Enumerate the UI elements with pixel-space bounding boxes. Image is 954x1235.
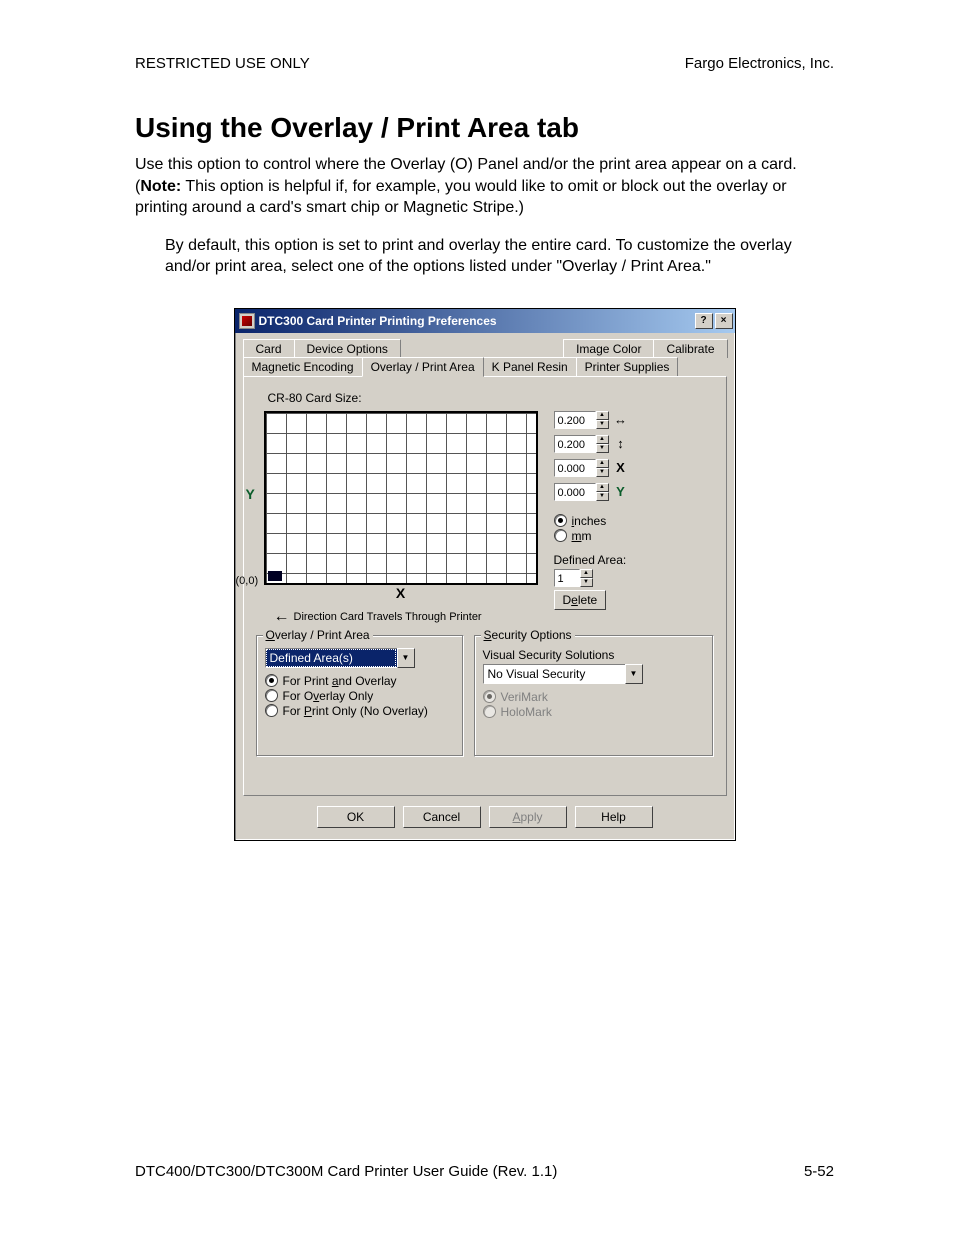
width-icon: ↔ xyxy=(613,412,629,428)
for-print-only-label: For Print Only (No Overlay) xyxy=(283,704,428,718)
tab-device-options[interactable]: Device Options xyxy=(294,339,401,358)
mm-radio-label: mm xyxy=(572,529,592,543)
tab-card[interactable]: Card xyxy=(243,339,295,358)
vss-combo[interactable]: No Visual Security ▼ xyxy=(483,664,643,684)
cancel-button[interactable]: Cancel xyxy=(403,806,481,828)
security-options-group: Security Options Visual Security Solutio… xyxy=(474,635,714,757)
vss-label: Visual Security Solutions xyxy=(483,648,705,662)
for-print-only-row[interactable]: For Print Only (No Overlay) xyxy=(265,704,455,718)
y-spinner-up[interactable]: ▲ xyxy=(596,483,609,492)
width-spinner-up[interactable]: ▲ xyxy=(596,411,609,420)
y-icon: Y xyxy=(613,484,629,500)
for-print-only-radio[interactable] xyxy=(265,704,278,717)
for-overlay-only-label: For Overlay Only xyxy=(283,689,374,703)
help-button[interactable]: Help xyxy=(575,806,653,828)
holomark-row: HoloMark xyxy=(483,705,705,719)
defined-area-spinner-input[interactable]: 1 xyxy=(554,569,580,587)
defined-area-marker[interactable] xyxy=(268,571,282,581)
tab-k-panel-resin[interactable]: K Panel Resin xyxy=(483,357,577,376)
delete-button[interactable]: Delete xyxy=(554,590,607,610)
card-grid[interactable]: (0,0) xyxy=(264,411,538,585)
help-titlebar-button[interactable]: ? xyxy=(695,313,713,329)
tab-printer-supplies[interactable]: Printer Supplies xyxy=(576,357,679,376)
overlay-area-combo-text: Defined Area(s) xyxy=(265,648,397,668)
inches-radio[interactable] xyxy=(554,514,567,527)
header-left: RESTRICTED USE ONLY xyxy=(135,55,310,72)
apply-button[interactable]: Apply xyxy=(489,806,567,828)
overlay-area-combo[interactable]: Defined Area(s) ▼ xyxy=(265,648,415,668)
verimark-row: VeriMark xyxy=(483,690,705,704)
x-spinner-up[interactable]: ▲ xyxy=(596,459,609,468)
for-overlay-only-radio[interactable] xyxy=(265,689,278,702)
origin-label: (0,0) xyxy=(236,575,259,587)
intro-paragraph: Use this option to control where the Ove… xyxy=(135,154,834,219)
x-spinner-down[interactable]: ▼ xyxy=(596,468,609,477)
tab-image-color[interactable]: Image Color xyxy=(563,339,654,358)
height-icon: ↕ xyxy=(613,436,629,452)
indent-paragraph: By default, this option is set to print … xyxy=(165,235,834,278)
page-title: Using the Overlay / Print Area tab xyxy=(135,112,834,144)
vss-combo-button[interactable]: ▼ xyxy=(625,664,643,684)
for-overlay-only-row[interactable]: For Overlay Only xyxy=(265,689,455,703)
x-axis-label: X xyxy=(264,585,538,601)
header-right: Fargo Electronics, Inc. xyxy=(685,55,834,72)
footer-left: DTC400/DTC300/DTC300M Card Printer User … xyxy=(135,1163,557,1180)
defined-area-spinner-down[interactable]: ▼ xyxy=(580,578,593,587)
inches-radio-row[interactable]: inches xyxy=(554,514,629,528)
y-spinner-input[interactable]: 0.000 xyxy=(554,483,596,501)
inches-radio-label: inches xyxy=(572,514,607,528)
ok-button[interactable]: OK xyxy=(317,806,395,828)
defined-area-label: Defined Area: xyxy=(554,553,629,567)
verimark-label: VeriMark xyxy=(501,690,548,704)
y-axis-label: Y xyxy=(246,486,255,502)
arrow-left-icon: ← xyxy=(274,609,290,625)
for-print-and-overlay-label: For Print and Overlay xyxy=(283,674,397,688)
tab-magnetic-encoding[interactable]: Magnetic Encoding xyxy=(243,357,363,376)
dialog-title: DTC300 Card Printer Printing Preferences xyxy=(259,314,693,328)
tab-overlay-print-area[interactable]: Overlay / Print Area xyxy=(362,357,484,377)
width-spinner-down[interactable]: ▼ xyxy=(596,420,609,429)
height-spinner-up[interactable]: ▲ xyxy=(596,435,609,444)
security-group-legend: Security Options xyxy=(481,628,575,642)
app-icon xyxy=(239,313,255,329)
verimark-radio xyxy=(483,690,496,703)
mm-radio[interactable] xyxy=(554,529,567,542)
y-spinner-down[interactable]: ▼ xyxy=(596,492,609,501)
for-print-and-overlay-radio[interactable] xyxy=(265,674,278,687)
close-titlebar-button[interactable]: × xyxy=(715,313,733,329)
titlebar: DTC300 Card Printer Printing Preferences… xyxy=(235,309,735,333)
holomark-radio xyxy=(483,705,496,718)
width-spinner-input[interactable]: 0.200 xyxy=(554,411,596,429)
x-icon: X xyxy=(613,460,629,476)
printing-preferences-dialog: DTC300 Card Printer Printing Preferences… xyxy=(234,308,736,841)
tab-calibrate[interactable]: Calibrate xyxy=(653,339,727,358)
footer-right: 5-52 xyxy=(804,1163,834,1180)
holomark-label: HoloMark xyxy=(501,705,552,719)
overlay-area-combo-button[interactable]: ▼ xyxy=(397,648,415,668)
height-spinner-input[interactable]: 0.200 xyxy=(554,435,596,453)
x-spinner-input[interactable]: 0.000 xyxy=(554,459,596,477)
for-print-and-overlay-row[interactable]: For Print and Overlay xyxy=(265,674,455,688)
mm-radio-row[interactable]: mm xyxy=(554,529,629,543)
overlay-print-area-group: Overlay / Print Area Defined Area(s) ▼ F… xyxy=(256,635,464,757)
vss-combo-text: No Visual Security xyxy=(483,664,625,684)
defined-area-spinner-up[interactable]: ▲ xyxy=(580,569,593,578)
direction-label: Direction Card Travels Through Printer xyxy=(294,611,482,623)
tab-panel: CR-80 Card Size: Y (0,0) X ← Directio xyxy=(243,376,727,796)
overlay-group-legend: Overlay / Print Area xyxy=(263,628,373,642)
cr80-label: CR-80 Card Size: xyxy=(268,391,714,405)
height-spinner-down[interactable]: ▼ xyxy=(596,444,609,453)
